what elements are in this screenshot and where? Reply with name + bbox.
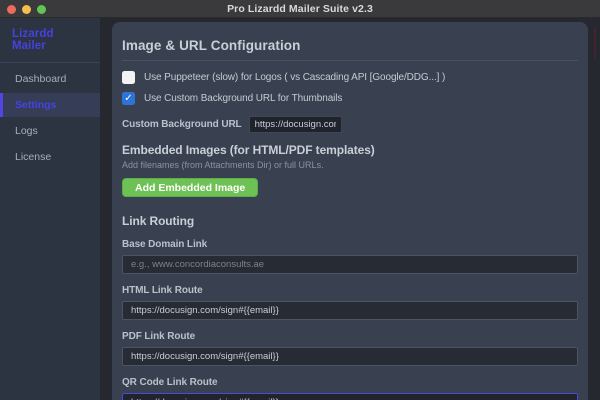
puppeteer-checkbox[interactable]: ✓ [122,71,135,84]
app-brand: Lizardd Mailer [0,18,100,60]
custom-bg-url-label: Custom Background URL [122,119,242,130]
embedded-images-heading: Embedded Images (for HTML/PDF templates) [122,143,578,157]
add-embedded-image-button[interactable]: Add Embedded Image [122,178,258,197]
traffic-lights [7,0,46,18]
sidebar: Lizardd Mailer Dashboard Settings Logs L… [0,18,100,400]
window-titlebar: Pro Lizardd Mailer Suite v2.3 [0,0,600,18]
minimize-button[interactable] [22,5,31,14]
base-domain-label: Base Domain Link [122,239,578,250]
link-routing-heading: Link Routing [122,214,578,228]
sidebar-divider [0,62,100,63]
custom-bg-checkbox[interactable]: ✓ [122,92,135,105]
close-button[interactable] [7,5,16,14]
settings-panel: Image & URL Configuration ✓ Use Puppetee… [112,22,588,400]
sidebar-item-settings[interactable]: Settings [0,93,100,117]
pdf-link-route-input[interactable] [122,347,578,366]
pdf-link-route-label: PDF Link Route [122,331,578,342]
embedded-images-subtext: Add filenames (from Attachments Dir) or … [122,160,578,170]
html-link-route-input[interactable] [122,301,578,320]
sidebar-item-dashboard[interactable]: Dashboard [0,67,100,91]
custom-bg-checkbox-row: ✓ Use Custom Background URL for Thumbnai… [122,92,578,105]
custom-bg-url-input[interactable] [249,116,342,133]
window-title: Pro Lizardd Mailer Suite v2.3 [227,3,373,15]
sidebar-item-license[interactable]: License [0,145,100,169]
background-window-edge [594,27,596,59]
base-domain-input[interactable] [122,255,578,274]
html-link-route-label: HTML Link Route [122,285,578,296]
qr-link-route-input[interactable] [122,393,578,400]
sidebar-item-logs[interactable]: Logs [0,119,100,143]
maximize-button[interactable] [37,5,46,14]
puppeteer-checkbox-row: ✓ Use Puppeteer (slow) for Logos ( vs Ca… [122,71,578,84]
custom-bg-url-row: Custom Background URL [122,116,578,133]
checkmark-icon: ✓ [124,93,132,104]
custom-bg-checkbox-label: Use Custom Background URL for Thumbnails [144,93,342,104]
puppeteer-checkbox-label: Use Puppeteer (slow) for Logos ( vs Casc… [144,72,445,83]
page-title: Image & URL Configuration [122,38,578,61]
app-body: Lizardd Mailer Dashboard Settings Logs L… [0,18,600,400]
checkmark-icon: ✓ [124,72,132,83]
qr-link-route-label: QR Code Link Route [122,377,578,388]
